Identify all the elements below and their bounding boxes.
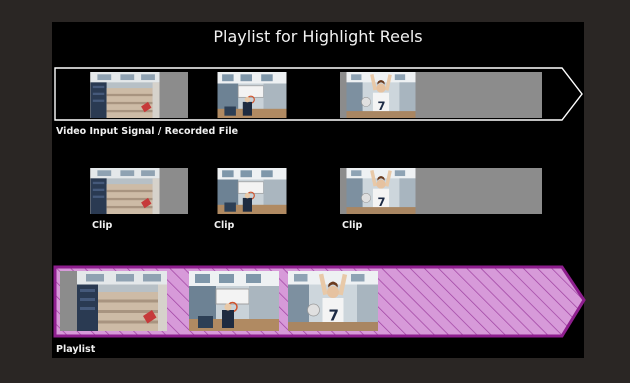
clip-1-label: Clip bbox=[92, 220, 113, 231]
input-signal-track bbox=[90, 72, 542, 118]
playlist-label: Playlist bbox=[56, 344, 96, 355]
clip-2-thumbnail bbox=[216, 168, 288, 214]
clip-1-thumbnail bbox=[90, 168, 188, 214]
diagram-art: 7 bbox=[53, 67, 586, 338]
clip-3-thumbnail bbox=[340, 168, 542, 214]
input-signal-label: Video Input Signal / Recorded File bbox=[56, 126, 239, 137]
clip-2-label: Clip bbox=[214, 220, 235, 231]
page-title: Playlist for Highlight Reels bbox=[213, 27, 423, 46]
clip-3-label: Clip bbox=[342, 220, 363, 231]
playlist-track bbox=[60, 271, 379, 331]
